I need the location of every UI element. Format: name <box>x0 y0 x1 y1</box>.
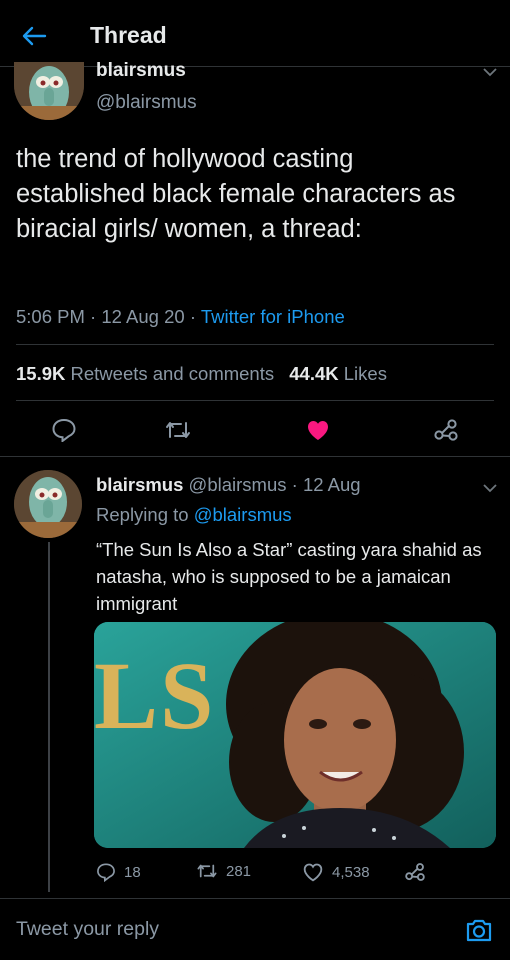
like-button[interactable] <box>300 414 336 446</box>
heart-filled-icon <box>308 421 328 440</box>
reply-composer-input[interactable]: Tweet your reply <box>16 918 436 941</box>
composer-divider <box>0 898 510 899</box>
reply-date: 12 Aug <box>302 474 361 495</box>
retweets-label: Retweets and comments <box>70 363 275 384</box>
thread-line <box>48 542 50 892</box>
reply-action-reply[interactable]: 18 <box>96 862 141 882</box>
camera-button[interactable] <box>462 914 496 946</box>
page-title: Thread <box>90 22 167 48</box>
retweet-icon <box>166 422 190 438</box>
actions-divider <box>0 456 510 457</box>
reply-handle[interactable]: @blairsmus <box>189 474 287 495</box>
tweet-time: 5:06 PM <box>16 306 85 327</box>
tweet-text: the trend of hollywood casting establish… <box>16 145 456 243</box>
media-backdrop-letters: LS <box>94 642 216 749</box>
tweet-media-image[interactable]: LS <box>94 622 496 848</box>
reply-display-name[interactable]: blairsmus <box>96 474 183 495</box>
display-name[interactable]: blairsmus <box>96 56 186 76</box>
reply-avatar[interactable] <box>14 470 82 538</box>
likes-label: Likes <box>343 363 387 384</box>
retweet-icon <box>197 864 217 878</box>
reply-action-retweet[interactable]: 281 <box>196 862 251 880</box>
likes-stat[interactable]: 44.4K Likes <box>289 363 387 384</box>
tweet-date: 12 Aug 20 <box>101 306 185 327</box>
tweet-client[interactable]: Twitter for iPhone <box>201 306 345 327</box>
retweets-stat[interactable]: 15.9K Retweets and comments <box>16 363 279 384</box>
heart-outline-icon <box>303 863 323 882</box>
replying-label: Replying to <box>96 504 189 525</box>
share-icon <box>434 419 458 441</box>
reply-action-like[interactable]: 4,538 <box>302 862 370 882</box>
replying-to: Replying to @blairsmus <box>96 504 292 526</box>
retweet-count: 281 <box>226 862 252 880</box>
reply-count: 18 <box>124 863 141 881</box>
reply-button[interactable] <box>46 414 82 446</box>
replying-handle[interactable]: @blairsmus <box>194 504 292 525</box>
retweet-button[interactable] <box>160 414 196 446</box>
stats-bottom-divider <box>16 400 494 401</box>
back-button[interactable] <box>16 18 52 54</box>
reply-text: “The Sun Is Also a Star” casting yara sh… <box>96 539 482 614</box>
share-icon <box>405 863 425 881</box>
handle[interactable]: @blairsmus <box>96 92 197 114</box>
tweet-meta: 5:06 PM · 12 Aug 20 · Twitter for iPhone <box>16 306 345 327</box>
stats-top-divider <box>16 344 494 345</box>
like-count: 4,538 <box>332 863 370 881</box>
reply-action-share[interactable] <box>404 862 426 887</box>
reply-header: blairsmus @blairsmus · 12 Aug <box>96 474 361 495</box>
chevron-down-icon[interactable] <box>480 64 500 80</box>
reply-icon <box>97 863 115 882</box>
avatar[interactable] <box>14 62 84 120</box>
share-button[interactable] <box>428 414 464 446</box>
retweets-count: 15.9K <box>16 363 66 384</box>
reply-chevron-down-icon[interactable] <box>480 480 500 496</box>
camera-icon <box>466 919 492 942</box>
engagement-stats: 15.9K Retweets and comments 44.4K Likes <box>16 363 387 385</box>
likes-count: 44.4K <box>289 363 339 384</box>
back-arrow-icon <box>22 26 47 46</box>
reply-icon <box>52 418 76 442</box>
